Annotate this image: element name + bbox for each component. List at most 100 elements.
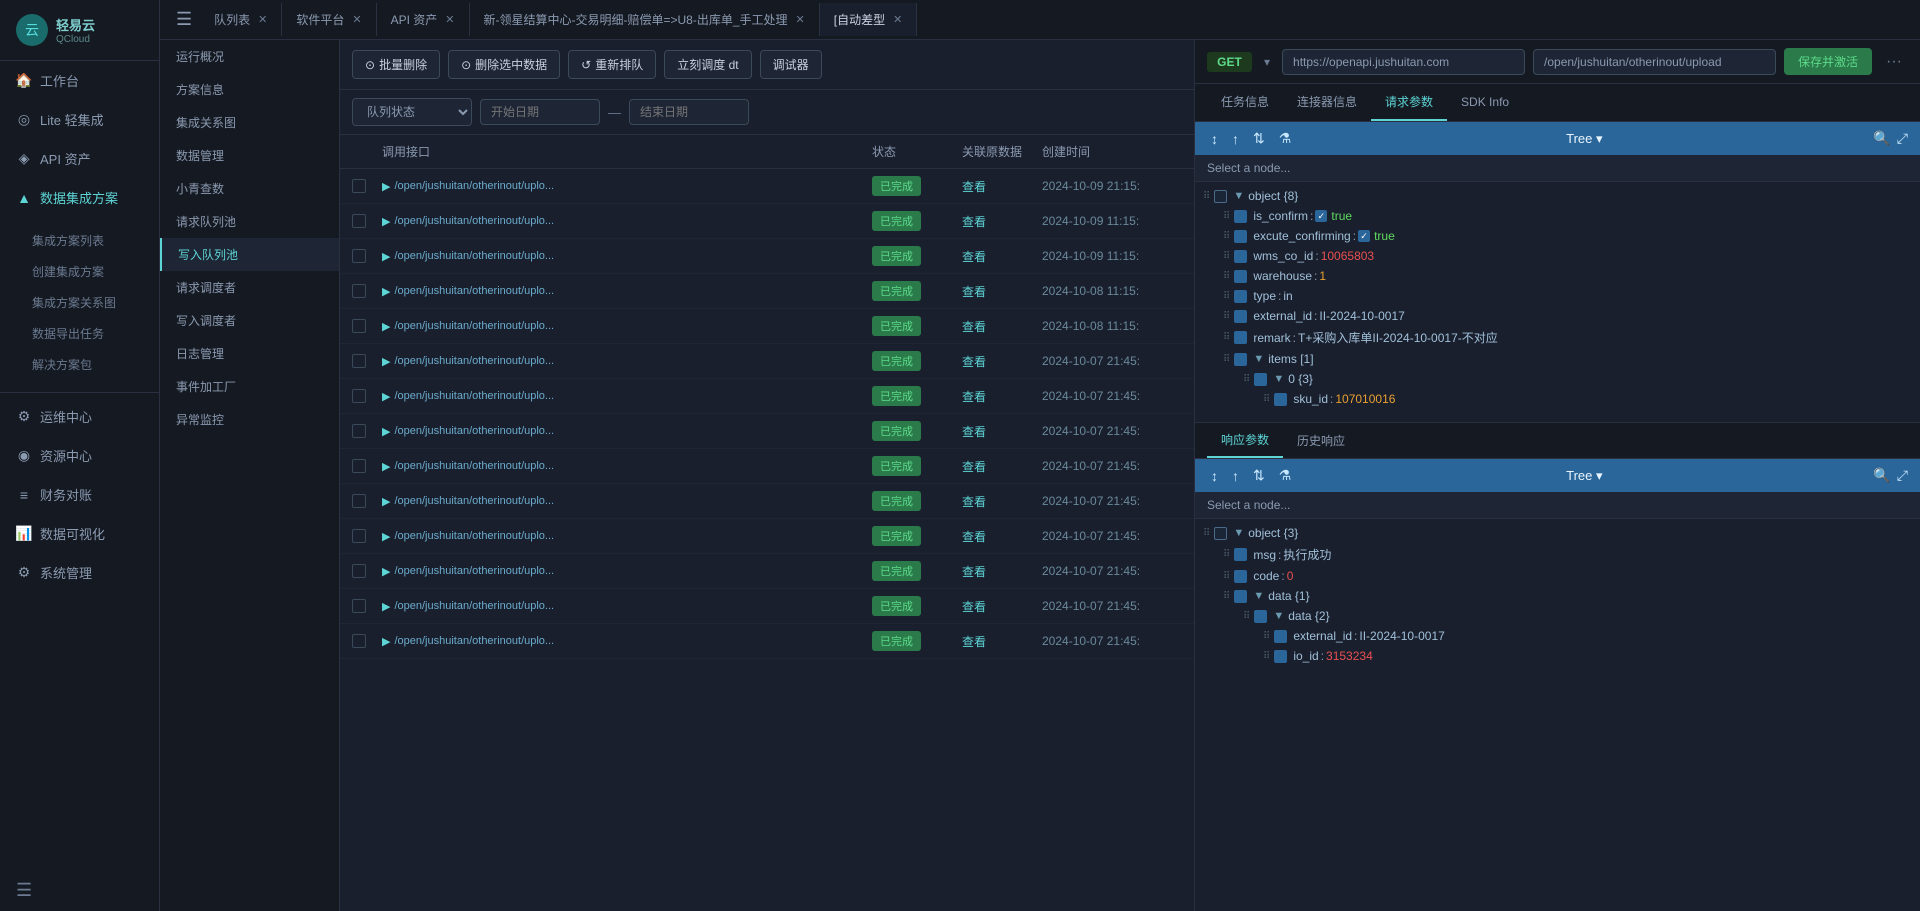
view-link[interactable]: 查看 [962, 388, 986, 405]
tab-software[interactable]: 软件平台 ✕ [282, 3, 376, 36]
expand-icon[interactable]: ⤢ [1897, 130, 1908, 147]
tree-checkbox[interactable] [1234, 331, 1247, 344]
sub-nav-relation[interactable]: 集成关系图 [160, 106, 339, 139]
tree-node[interactable]: ⠿ warehouse : 1 [1195, 266, 1920, 286]
tree-checkbox[interactable] [1234, 290, 1247, 303]
tree-node[interactable]: ⠿ external_id : II-2024-10-0017 [1195, 626, 1920, 646]
drag-handle-icon[interactable]: ⠿ [1263, 651, 1270, 662]
table-row[interactable]: ▶ /open/jushuitan/otherinout/uplo... 已完成… [340, 204, 1194, 239]
response-tab-history[interactable]: 历史响应 [1283, 424, 1359, 457]
tree-node[interactable]: ⠿ ▼ object {3} [1195, 523, 1920, 543]
api-url-path[interactable]: /open/jushuitan/otherinout/upload [1533, 49, 1776, 75]
sub-nav-data[interactable]: 数据管理 [160, 139, 339, 172]
tab-api[interactable]: API 资产 ✕ [377, 3, 470, 36]
tab-integration[interactable]: 新-领星结算中心-交易明细-赔偿单=>U8-出库单_手工处理 ✕ [470, 3, 820, 36]
table-row[interactable]: ▶ /open/jushuitan/otherinout/uplo... 已完成… [340, 589, 1194, 624]
sidebar-item-api-assets[interactable]: ◈ API 资产 [0, 139, 159, 178]
tree-checkbox[interactable] [1274, 650, 1287, 663]
end-date-filter[interactable] [629, 99, 749, 125]
drag-handle-icon[interactable]: ⠿ [1263, 394, 1270, 405]
sidebar-item-lite[interactable]: ◎ Lite 轻集成 [0, 100, 159, 139]
table-row[interactable]: ▶ /open/jushuitan/otherinout/uplo... 已完成… [340, 379, 1194, 414]
sub-nav-request-scheduler[interactable]: 请求调度者 [160, 271, 339, 304]
tree-node[interactable]: ⠿ ▼ data {2} [1195, 606, 1920, 626]
table-row[interactable]: ▶ /open/jushuitan/otherinout/uplo... 已完成… [340, 344, 1194, 379]
drag-handle-icon[interactable]: ⠿ [1243, 611, 1250, 622]
tree-node[interactable]: ⠿ ▼ object {8} [1195, 186, 1920, 206]
sidebar-sub-list[interactable]: 集成方案列表 [0, 225, 159, 256]
tree-node[interactable]: ⠿ code : 0 [1195, 566, 1920, 586]
tab-queue[interactable]: 队列表 ✕ [200, 3, 282, 36]
tab-close-integration[interactable]: ✕ [796, 13, 805, 26]
drag-handle-icon[interactable]: ⠿ [1223, 251, 1230, 262]
table-row[interactable]: ▶ /open/jushuitan/otherinout/uplo... 已完成… [340, 239, 1194, 274]
re-queue-button[interactable]: ↺ 重新排队 [568, 50, 656, 79]
tree-node[interactable]: ⠿ io_id : 3153234 [1195, 646, 1920, 666]
tree-node[interactable]: ⠿ external_id : II-2024-10-0017 [1195, 306, 1920, 326]
drag-handle-icon[interactable]: ⠿ [1223, 271, 1230, 282]
tab-close-queue[interactable]: ✕ [258, 13, 267, 26]
drag-handle-icon[interactable]: ⠿ [1203, 528, 1210, 539]
table-row[interactable]: ▶ /open/jushuitan/otherinout/uplo... 已完成… [340, 554, 1194, 589]
batch-delete-button[interactable]: ⊙ 批量删除 [352, 50, 440, 79]
drag-handle-icon[interactable]: ⠿ [1223, 211, 1230, 222]
tree-checkbox[interactable] [1274, 393, 1287, 406]
sidebar-sub-export[interactable]: 数据导出任务 [0, 318, 159, 349]
sidebar-item-resources[interactable]: ◉ 资源中心 [0, 436, 159, 475]
view-link[interactable]: 查看 [962, 633, 986, 650]
tree-checkbox[interactable] [1254, 373, 1267, 386]
tree-node[interactable]: ⠿ excute_confirming : ✓ true [1195, 226, 1920, 246]
row-checkbox[interactable] [352, 389, 366, 403]
view-link[interactable]: 查看 [962, 353, 986, 370]
sidebar-item-visualization[interactable]: 📊 数据可视化 [0, 514, 159, 553]
filter-icon[interactable]: ⚗ [1275, 128, 1296, 149]
drag-handle-icon[interactable]: ⠿ [1263, 631, 1270, 642]
row-checkbox[interactable] [352, 284, 366, 298]
drag-handle-icon[interactable]: ⠿ [1223, 231, 1230, 242]
tree-checkbox[interactable] [1234, 230, 1247, 243]
row-checkbox[interactable] [352, 529, 366, 543]
resp-collapse-icon[interactable]: ↑ [1228, 466, 1243, 486]
tab-menu-button[interactable]: ☰ [168, 5, 200, 34]
delete-selected-button[interactable]: ⊙ 删除选中数据 [448, 50, 560, 79]
row-checkbox[interactable] [352, 319, 366, 333]
row-checkbox[interactable] [352, 424, 366, 438]
expand-all-icon[interactable]: ↕ [1207, 129, 1222, 149]
view-link[interactable]: 查看 [962, 563, 986, 580]
row-checkbox[interactable] [352, 599, 366, 613]
tree-checkbox[interactable] [1254, 610, 1267, 623]
drag-handle-icon[interactable]: ⠿ [1223, 354, 1230, 365]
view-link[interactable]: 查看 [962, 598, 986, 615]
sidebar-item-data-integration[interactable]: ▲ 数据集成方案 [0, 178, 159, 217]
table-row[interactable]: ▶ /open/jushuitan/otherinout/uplo... 已完成… [340, 449, 1194, 484]
tree-checkbox[interactable] [1234, 353, 1247, 366]
tab-close-software[interactable]: ✕ [352, 13, 361, 26]
drag-handle-icon[interactable]: ⠿ [1223, 591, 1230, 602]
tab-auto[interactable]: [自动差型 ✕ [820, 3, 918, 36]
sub-nav-check[interactable]: 小青查数 [160, 172, 339, 205]
drag-handle-icon[interactable]: ⠿ [1223, 571, 1230, 582]
tree-node[interactable]: ⠿ ▼ data {1} [1195, 586, 1920, 606]
tree-node[interactable]: ⠿ msg : 执行成功 [1195, 543, 1920, 566]
view-link[interactable]: 查看 [962, 248, 986, 265]
row-checkbox[interactable] [352, 564, 366, 578]
sub-nav-info[interactable]: 方案信息 [160, 73, 339, 106]
row-checkbox[interactable] [352, 179, 366, 193]
sidebar-item-ops[interactable]: ⚙ 运维中心 [0, 397, 159, 436]
sub-nav-monitor[interactable]: 异常监控 [160, 403, 339, 436]
view-link[interactable]: 查看 [962, 283, 986, 300]
more-options-button[interactable]: ··· [1880, 53, 1908, 71]
sort-icon[interactable]: ⇅ [1249, 128, 1269, 149]
tree-checkbox[interactable] [1234, 570, 1247, 583]
sidebar-item-system[interactable]: ⚙ 系统管理 [0, 553, 159, 592]
resp-filter-icon[interactable]: ⚗ [1275, 465, 1296, 486]
sub-nav-logs[interactable]: 日志管理 [160, 337, 339, 370]
tree-checkbox[interactable] [1234, 310, 1247, 323]
tab-close-auto[interactable]: ✕ [893, 13, 902, 26]
tab-close-api[interactable]: ✕ [445, 13, 454, 26]
drag-handle-icon[interactable]: ⠿ [1223, 549, 1230, 560]
drag-handle-icon[interactable]: ⠿ [1243, 374, 1250, 385]
tree-node[interactable]: ⠿ type : in [1195, 286, 1920, 306]
tree-checkbox[interactable] [1234, 270, 1247, 283]
row-checkbox[interactable] [352, 634, 366, 648]
